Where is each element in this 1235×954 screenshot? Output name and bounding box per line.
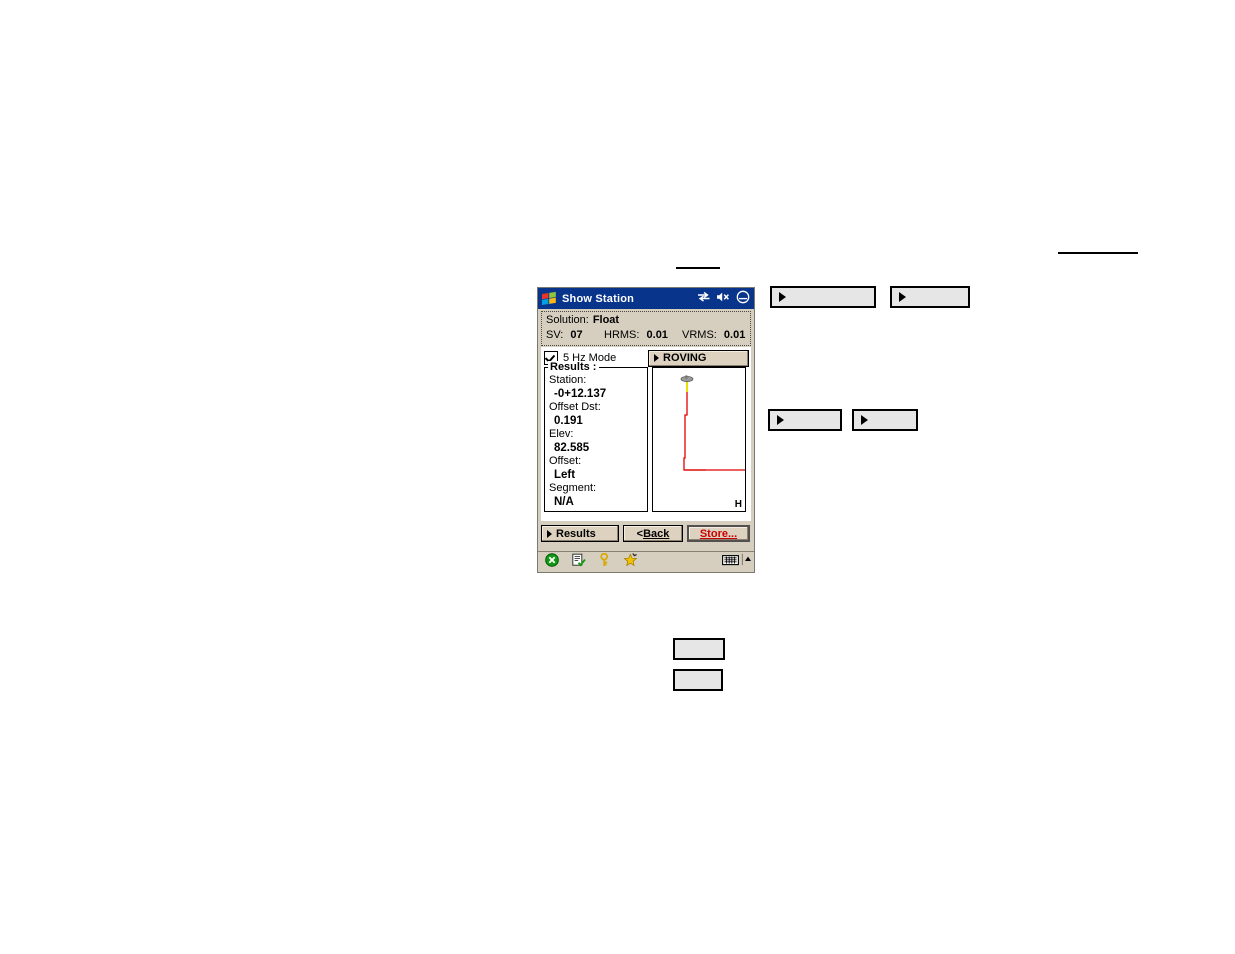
field-elevation-value: 82.585: [554, 442, 590, 454]
battery-status-icon[interactable]: [736, 290, 750, 307]
solution-value: Float: [592, 314, 620, 326]
hrms-label: HRMS:: [604, 329, 640, 341]
field-segment-label: Segment:: [549, 482, 597, 494]
window-content: 5 Hz Mode ROVING Results : Station: -0+1…: [541, 347, 751, 521]
panes-row: Results : Station: -0+12.137 Offset Dst:…: [542, 361, 750, 512]
close-task-icon[interactable]: [545, 552, 559, 572]
orientation-label: H: [734, 499, 742, 510]
roving-mode-label: ROVING: [663, 352, 707, 364]
back-button[interactable]: < Back: [623, 525, 683, 542]
field-station: Station: -0+12.137: [549, 374, 643, 401]
windows-logo-icon: [541, 291, 557, 306]
field-elevation: Elev: 82.585: [549, 428, 643, 455]
field-offset-label: Offset:: [549, 455, 582, 467]
rule-top-left: [676, 267, 720, 269]
results-groupbox-title: Results :: [548, 361, 600, 373]
volume-muted-icon[interactable]: [716, 291, 731, 306]
callout-box-6[interactable]: [673, 669, 723, 691]
hrms-field: HRMS: 0.01: [604, 328, 682, 343]
vrms-label: VRMS:: [682, 329, 717, 341]
field-station-label: Station:: [549, 374, 587, 386]
field-offset-value: Left: [554, 469, 576, 481]
store-button[interactable]: Store...: [687, 525, 750, 542]
triangle-right-icon: [899, 292, 906, 302]
sv-value: 07: [570, 329, 583, 341]
pda-window: Show Station Solution: Float SV: 07 HRMS…: [537, 287, 755, 573]
vrms-field: VRMS: 0.01: [682, 328, 745, 343]
expand-up-icon[interactable]: [741, 553, 752, 571]
solution-status-panel: Solution: Float SV: 07 HRMS: 0.01 VRMS: …: [541, 311, 751, 346]
field-segment-value: N/A: [554, 496, 574, 508]
taskbar-right-group: [722, 553, 752, 571]
store-button-label: Store...: [699, 527, 738, 540]
field-elevation-label: Elev:: [549, 428, 574, 440]
notes-icon[interactable]: [572, 553, 586, 572]
command-button-bar: Results < Back Store...: [538, 521, 754, 545]
results-groupbox: Results : Station: -0+12.137 Offset Dst:…: [544, 361, 648, 512]
triangle-right-icon: [779, 292, 786, 302]
callout-box-5[interactable]: [673, 638, 725, 660]
connectivity-icon[interactable]: [697, 291, 711, 306]
alignment-path-graphic: [680, 375, 745, 471]
favorites-icon[interactable]: [623, 552, 639, 572]
field-offset-dist-value: 0.191: [554, 415, 583, 427]
triangle-right-icon: [777, 415, 784, 425]
callout-box-2[interactable]: [890, 286, 970, 308]
field-segment: Segment: N/A: [549, 482, 643, 509]
field-station-value: -0+12.137: [554, 388, 607, 400]
hrms-value: 0.01: [646, 329, 668, 341]
solution-row: Solution: Float: [546, 313, 746, 328]
results-button-label: Results: [556, 527, 596, 540]
field-offset: Offset: Left: [549, 455, 643, 482]
back-button-label: Back: [643, 527, 670, 540]
key-icon[interactable]: [599, 552, 610, 572]
callout-box-1[interactable]: [770, 286, 876, 308]
titlebar-icon-group: [697, 290, 750, 307]
accuracy-row: SV: 07 HRMS: 0.01 VRMS: 0.01: [546, 328, 746, 343]
rule-top-right: [1058, 252, 1138, 254]
field-offset-dist-label: Offset Dst:: [549, 401, 601, 413]
sv-label: SV:: [546, 329, 564, 341]
window-title: Show Station: [562, 292, 635, 305]
solution-label: Solution:: [546, 314, 589, 326]
triangle-right-icon: [654, 354, 659, 362]
sv-field: SV: 07: [546, 328, 604, 343]
triangle-right-icon: [547, 529, 552, 538]
callout-box-3[interactable]: [768, 409, 842, 431]
triangle-right-icon: [861, 415, 868, 425]
keyboard-icon[interactable]: [722, 553, 739, 571]
system-taskbar: [538, 551, 754, 572]
alignment-map-pane[interactable]: H: [652, 367, 746, 512]
field-offset-dist: Offset Dst: 0.191: [549, 401, 643, 428]
roving-mode-button[interactable]: ROVING: [648, 349, 749, 367]
window-titlebar: Show Station: [538, 288, 754, 309]
callout-box-4[interactable]: [852, 409, 918, 431]
results-button[interactable]: Results: [541, 525, 619, 542]
vrms-value: 0.01: [723, 329, 746, 341]
